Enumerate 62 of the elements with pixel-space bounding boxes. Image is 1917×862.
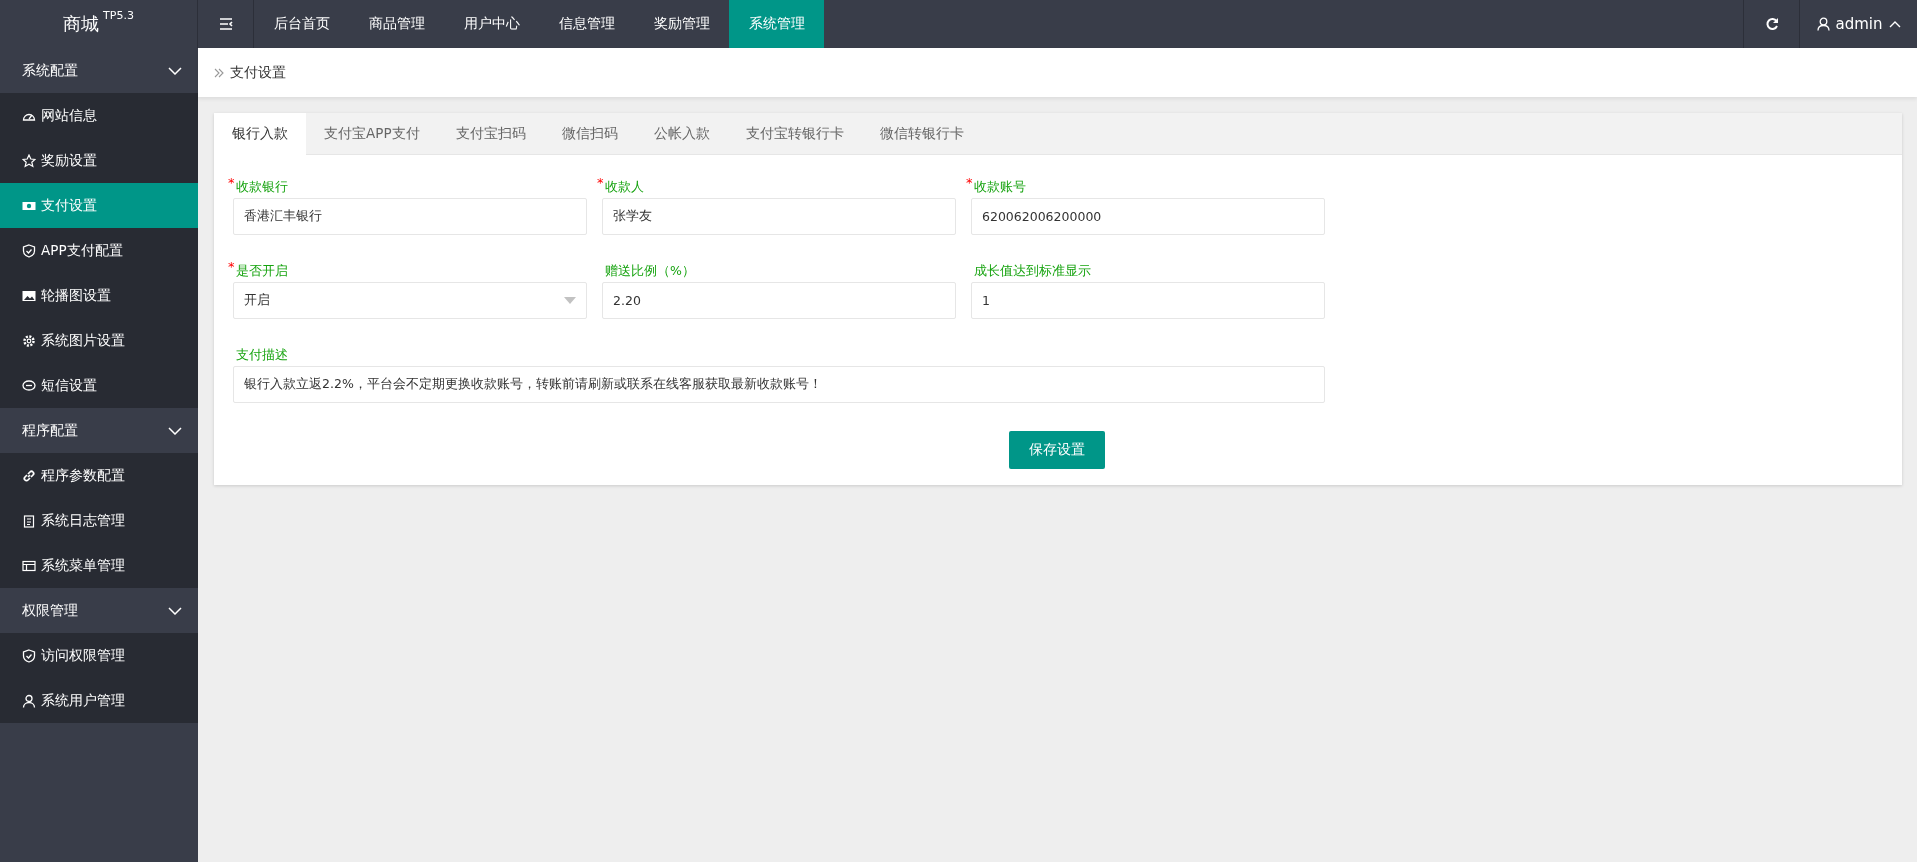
sidebar-item[interactable]: 系统菜单管理 [0,543,198,588]
chevron-icon [168,426,182,435]
required-asterisk: * [966,175,974,190]
input-field[interactable]: 张学友 [602,198,956,235]
field-label: 是否开启 [236,263,288,280]
field-label: 成长值达到标准显示 [974,263,1091,280]
sidebar-item[interactable]: 轮播图设置 [0,273,198,318]
nav-tab[interactable]: 信息管理 [539,0,634,48]
chat-bubble-icon [22,378,36,393]
required-asterisk: * [228,175,236,190]
user-icon [22,693,36,708]
sidebar-item[interactable]: 支付设置 [0,183,198,228]
shield-icon [22,648,36,663]
sidebar-item[interactable]: 奖励设置 [0,138,198,183]
gear-icon [22,333,36,348]
field-label: 收款账号 [974,179,1026,196]
nav-tab[interactable]: 系统管理 [729,0,824,48]
chevron-icon [168,66,182,75]
nav-tab[interactable]: 用户中心 [444,0,539,48]
sidebar-item[interactable]: 系统日志管理 [0,498,198,543]
sidebar-item[interactable]: APP支付配置 [0,228,198,273]
field-label: 赠送比例（%） [605,263,695,280]
user-icon [1816,17,1830,31]
tab[interactable]: 银行入款 [214,113,306,155]
nav-tab[interactable]: 商品管理 [349,0,444,48]
required-asterisk: * [597,175,605,190]
tab[interactable]: 支付宝转银行卡 [727,113,862,154]
double-chevron-icon [214,67,224,78]
tab[interactable]: 公帐入款 [635,113,728,154]
tab[interactable]: 支付宝扫码 [437,113,544,154]
select-field[interactable]: 开启 [233,282,587,319]
input-field[interactable]: 620062006200000 [971,198,1325,235]
window-icon [22,558,36,573]
field-label: 收款人 [605,179,644,196]
sidebar-item[interactable]: 访问权限管理 [0,633,198,678]
input-field[interactable]: 香港汇丰银行 [233,198,587,235]
picture-icon [22,288,36,303]
sidebar-item[interactable]: 系统用户管理 [0,678,198,723]
field-label: 支付描述 [236,347,288,364]
sidebar-item[interactable]: 网站信息 [0,93,198,138]
save-button[interactable]: 保存设置 [1008,431,1105,469]
sidebar-item[interactable]: 程序参数配置 [0,453,198,498]
input-field[interactable]: 银行入款立返2.2%，平台会不定期更换收款账号，转账前请刷新或联系在线客服获取最新收款账号！ [233,366,1325,403]
input-field[interactable]: 2.20 [602,282,956,319]
tab[interactable]: 微信扫码 [543,113,636,154]
field-label: 收款银行 [236,179,288,196]
shield-icon [22,243,36,258]
chevron-icon [168,606,182,615]
tab[interactable]: 支付宝APP支付 [306,113,438,154]
required-asterisk: * [228,259,236,274]
dropdown-triangle-icon [564,297,576,304]
nav-tab[interactable]: 奖励管理 [634,0,729,48]
sidebar-item[interactable]: 短信设置 [0,363,198,408]
sidebar-item[interactable]: 系统图片设置 [0,318,198,363]
input-field[interactable]: 1 [971,282,1325,319]
link-icon [22,468,36,483]
nav-tab[interactable]: 后台首页 [254,0,349,48]
star-icon [22,153,36,168]
clipboard-icon [22,513,36,528]
tab[interactable]: 微信转银行卡 [861,113,982,154]
chevron-icon [1888,20,1901,28]
breadcrumb[interactable]: 支付设置 [230,63,286,82]
